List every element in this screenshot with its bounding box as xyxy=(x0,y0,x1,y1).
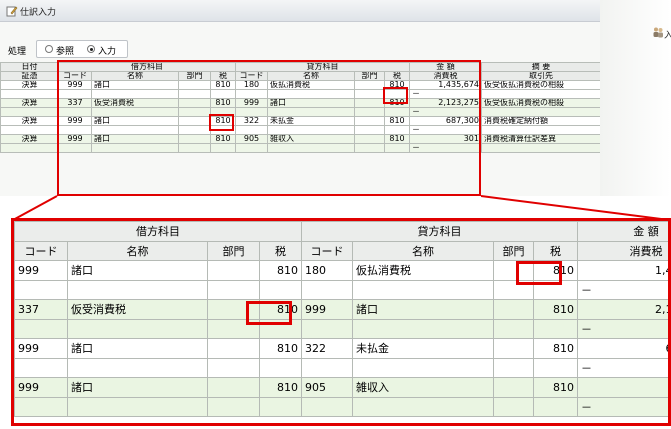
cell-memo[interactable]: 消費税確定納付額 xyxy=(481,116,601,126)
zoom-header-debit-tax: 税 xyxy=(259,240,302,261)
toolbar-people-icon[interactable] xyxy=(652,26,664,38)
zoom-credit-tax[interactable]: 810 xyxy=(533,377,578,398)
zoom-credit-tax[interactable]: 810 xyxy=(533,299,578,320)
zoom-debit-code[interactable]: 337 xyxy=(14,299,68,320)
zoom-highlight-debit-tax xyxy=(246,301,292,325)
zoom-debit-dept[interactable] xyxy=(207,338,260,359)
zoom-tax-amount[interactable]: － xyxy=(577,318,668,339)
zoom-amount[interactable]: 301 xyxy=(577,377,668,398)
highlight-credit-tax xyxy=(383,87,408,104)
zoom-credit-code[interactable]: 180 xyxy=(301,260,353,281)
toolbar-label: 入 xyxy=(664,31,671,41)
header-date: 日付 xyxy=(0,62,59,72)
zoom-row[interactable]: 999 諸口 810 322 未払金 810 687,300 xyxy=(14,338,668,359)
cell-date[interactable]: 決算 xyxy=(0,116,59,126)
zoom-credit-name[interactable]: 仮払消費税 xyxy=(352,260,494,281)
mode-radio-reference[interactable] xyxy=(45,45,53,53)
title-bar: 仕訳入力 xyxy=(0,0,600,22)
zoom-debit-code[interactable]: 999 xyxy=(14,338,68,359)
zoom-header-credit-account: 貸方科目 xyxy=(301,221,578,242)
cell-memo[interactable]: 仮受仮払消費税の相殺 xyxy=(481,98,601,108)
window-title: 仕訳入力 xyxy=(20,8,57,18)
header-voucher: 証憑 xyxy=(0,71,59,81)
mode-radio-group: 参照 入力 xyxy=(36,40,128,58)
zoom-debit-code[interactable]: 999 xyxy=(14,377,68,398)
zoom-header-credit-code: コード xyxy=(301,240,353,261)
zoom-debit-tax[interactable]: 810 xyxy=(259,260,302,281)
zoom-debit-code[interactable]: 999 xyxy=(14,260,68,281)
header-counterparty: 取引先 xyxy=(481,71,601,81)
zoom-panel: 借方科目 貸方科目 金 額 コード 名称 部門 税 コード 名称 部門 税 消費… xyxy=(11,218,671,426)
zoom-debit-dept[interactable] xyxy=(207,260,260,281)
zoom-row[interactable]: 999 諸口 810 180 仮払消費税 810 1,435,674 xyxy=(14,260,668,281)
zoom-credit-dept[interactable] xyxy=(493,377,534,398)
zoom-subrow[interactable]: － xyxy=(14,279,668,300)
zoom-credit-name[interactable]: 雑収入 xyxy=(352,377,494,398)
zoom-credit-code[interactable]: 322 xyxy=(301,338,353,359)
zoom-tax-amount[interactable]: － xyxy=(577,279,668,300)
cell-memo[interactable]: 消費税清算仕訳差異 xyxy=(481,134,601,144)
zoom-credit-name[interactable]: 未払金 xyxy=(352,338,494,359)
zoom-header-debit-dept: 部門 xyxy=(207,240,260,261)
zoom-header-debit-code: コード xyxy=(14,240,68,261)
zoom-amount[interactable]: 687,300 xyxy=(577,338,668,359)
zoom-credit-dept[interactable] xyxy=(493,299,534,320)
zoom-amount[interactable]: 2,123,275 xyxy=(577,299,668,320)
zoom-credit-code[interactable]: 905 xyxy=(301,377,353,398)
mode-option-input: 入力 xyxy=(98,47,117,57)
zoom-highlight-credit-tax xyxy=(516,261,562,285)
cell-date[interactable]: 決算 xyxy=(0,134,59,144)
zoom-header-debit-name: 名称 xyxy=(67,240,208,261)
zoom-header-consumption-tax: 消費税 xyxy=(577,240,668,261)
zoom-row[interactable]: 999 諸口 810 905 雑収入 810 301 xyxy=(14,377,668,398)
cell-date[interactable]: 決算 xyxy=(0,80,59,90)
zoom-header-debit-account: 借方科目 xyxy=(14,221,302,242)
zoomed-grid: 借方科目 貸方科目 金 額 コード 名称 部門 税 コード 名称 部門 税 消費… xyxy=(14,221,668,417)
zoom-debit-name[interactable]: 諸口 xyxy=(67,260,208,281)
highlight-debit-tax xyxy=(209,114,234,131)
zoom-debit-tax[interactable]: 810 xyxy=(259,338,302,359)
zoom-credit-dept[interactable] xyxy=(493,338,534,359)
zoom-amount[interactable]: 1,435,674 xyxy=(577,260,668,281)
mode-radio-input[interactable] xyxy=(87,45,95,53)
zoom-subrow[interactable]: － xyxy=(14,357,668,378)
zoom-header-credit-name: 名称 xyxy=(352,240,494,261)
pencil-icon xyxy=(6,6,18,17)
zoom-debit-name[interactable]: 諸口 xyxy=(67,338,208,359)
zoom-header-credit-dept: 部門 xyxy=(493,240,534,261)
zoom-debit-name[interactable]: 諸口 xyxy=(67,377,208,398)
zoom-credit-name[interactable]: 諸口 xyxy=(352,299,494,320)
zoom-debit-dept[interactable] xyxy=(207,377,260,398)
header-memo: 摘 要 xyxy=(481,62,601,72)
zoom-row[interactable]: 337 仮受消費税 810 999 諸口 810 2,123,275 xyxy=(14,299,668,320)
zoom-header-credit-tax: 税 xyxy=(533,240,578,261)
mode-option-reference: 参照 xyxy=(56,47,75,57)
cell-memo[interactable]: 仮受仮払消費税の相殺 xyxy=(481,80,601,90)
zoom-tax-amount[interactable]: － xyxy=(577,357,668,378)
zoom-credit-tax[interactable]: 810 xyxy=(533,338,578,359)
zoom-subrow[interactable]: － xyxy=(14,396,668,417)
cell-date[interactable]: 決算 xyxy=(0,98,59,108)
zoom-subrow[interactable]: － xyxy=(14,318,668,339)
zoom-tax-amount[interactable]: － xyxy=(577,396,668,417)
focus-region-highlight xyxy=(57,60,481,196)
mode-label: 処理 xyxy=(8,47,27,57)
zoom-debit-name[interactable]: 仮受消費税 xyxy=(67,299,208,320)
zoom-header-amount: 金 額 xyxy=(577,221,668,242)
zoom-debit-tax[interactable]: 810 xyxy=(259,377,302,398)
zoom-credit-code[interactable]: 999 xyxy=(301,299,353,320)
